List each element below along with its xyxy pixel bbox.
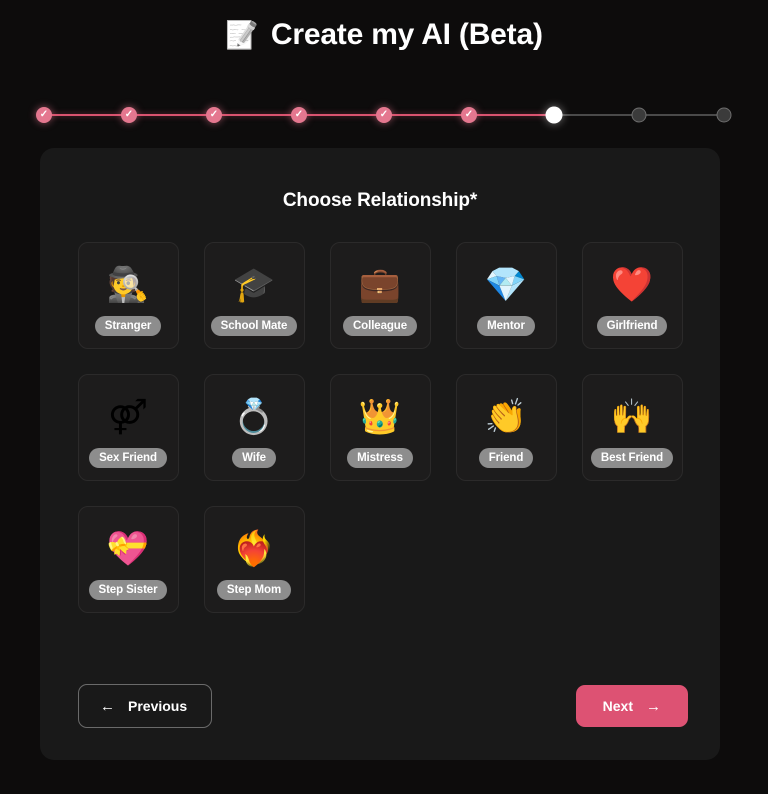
check-icon: ✓ — [209, 108, 219, 120]
relationship-option-label: Sex Friend — [89, 448, 167, 468]
arrow-right-icon: → — [646, 697, 661, 715]
relationship-option-card[interactable]: ❤️‍🔥 Step Mom — [203, 506, 305, 613]
relationship-option-card[interactable]: 💎 Mentor — [455, 242, 557, 349]
stepper-dot-4[interactable]: ✓ — [291, 107, 307, 123]
relationship-option-label: Step Mom — [216, 580, 292, 600]
stepper-dot-2[interactable]: ✓ — [121, 107, 137, 123]
section-heading: Choose Relationship* — [282, 190, 478, 211]
page-title: Create my AI (Beta) — [270, 18, 543, 51]
previous-button-label: Previous — [128, 698, 188, 714]
relationship-option-label: Step Sister — [88, 580, 168, 600]
relationship-option-card[interactable]: ⚤ Sex Friend — [77, 374, 179, 481]
check-icon: ✓ — [124, 108, 134, 120]
arrow-left-icon: ← — [100, 697, 115, 715]
briefcase-icon: 💼 — [358, 266, 402, 304]
stepper-segment — [214, 114, 299, 116]
high-five-icon: 🙌 — [610, 398, 654, 436]
stepper-dot-6[interactable]: ✓ — [461, 107, 477, 123]
create-ai-wizard-page: 📝 Create my AI (Beta) ✓ ✓ ✓ ✓ ✓ ✓ Choose Rela… — [0, 0, 768, 794]
check-icon: ✓ — [39, 108, 49, 120]
stepper-dot-9[interactable] — [716, 107, 732, 123]
page-header: 📝 Create my AI (Beta) — [0, 0, 768, 51]
check-icon: ✓ — [294, 108, 304, 120]
check-icon: ✓ — [379, 108, 389, 120]
next-button-label: Next — [602, 698, 633, 714]
relationship-option-card[interactable]: 🕵 Stranger — [77, 242, 179, 349]
stepper-segment — [639, 114, 724, 116]
relationship-option-label: Wife — [232, 448, 276, 468]
relationship-option-card[interactable]: 💍 Wife — [203, 374, 305, 481]
pencil-icon: 📝 — [225, 19, 259, 50]
relationship-option-card[interactable]: 💝 Step Sister — [77, 506, 179, 613]
gender-symbols-icon: ⚤ — [108, 398, 148, 436]
stepper-dot-5[interactable]: ✓ — [376, 107, 392, 123]
previous-button[interactable]: ← Previous — [78, 684, 213, 728]
relationship-option-card[interactable]: 👏 Friend — [455, 374, 557, 481]
wedding-rings-icon: 💍 — [232, 398, 276, 436]
wizard-footer: ← Previous Next → — [78, 684, 688, 728]
stepper-segment — [469, 114, 554, 116]
stepper-segment — [129, 114, 214, 116]
relationship-option-label: School Mate — [210, 316, 298, 336]
graduation-cap-icon: 🎓 — [232, 266, 276, 304]
crown-icon: 👑 — [358, 398, 402, 436]
stepper-dot-3[interactable]: ✓ — [206, 107, 222, 123]
relationship-option-label: Stranger — [94, 316, 162, 336]
relationship-option-card[interactable]: 🙌 Best Friend — [581, 374, 683, 481]
stepper-dot-1[interactable]: ✓ — [36, 107, 52, 123]
relationship-option-label: Mentor — [477, 316, 535, 336]
stepper-segment — [299, 114, 384, 116]
stepper-segment — [44, 114, 129, 116]
relationship-option-card[interactable]: 🎓 School Mate — [203, 242, 305, 349]
stepper-segment — [554, 114, 639, 116]
relationship-option-label: Mistress — [347, 448, 413, 468]
heart-on-fire-icon: ❤️‍🔥 — [232, 530, 276, 568]
stepper-dot-8[interactable] — [631, 107, 647, 123]
detective-icon: 🕵 — [106, 266, 150, 304]
relationship-option-card[interactable]: 💼 Colleague — [329, 242, 431, 349]
heart-locket-icon: 💝 — [106, 530, 150, 568]
check-icon: ✓ — [464, 108, 474, 120]
relationship-option-card[interactable]: ❤️ Girlfriend — [581, 242, 683, 349]
stepper-dot-7[interactable] — [545, 106, 563, 124]
relationship-options-grid: 🕵 Stranger 🎓 School Mate 💼 Colleague 💎 Mentor ❤️… — [40, 212, 720, 613]
red-heart-icon: ❤️ — [610, 266, 654, 304]
relationship-option-card[interactable]: 👑 Mistress — [329, 374, 431, 481]
relationship-option-label: Friend — [478, 448, 534, 468]
wizard-panel: Choose Relationship* 🕵 Stranger 🎓 School Ma… — [40, 148, 720, 760]
books-diamond-icon: 💎 — [484, 266, 528, 304]
relationship-option-label: Colleague — [342, 316, 418, 336]
relationship-option-label: Best Friend — [590, 448, 674, 468]
clapping-hands-icon: 👏 — [484, 398, 528, 436]
stepper-segment — [384, 114, 469, 116]
progress-stepper[interactable]: ✓ ✓ ✓ ✓ ✓ ✓ — [36, 104, 732, 126]
relationship-option-label: Girlfriend — [596, 316, 668, 336]
next-button[interactable]: Next → — [575, 685, 688, 727]
